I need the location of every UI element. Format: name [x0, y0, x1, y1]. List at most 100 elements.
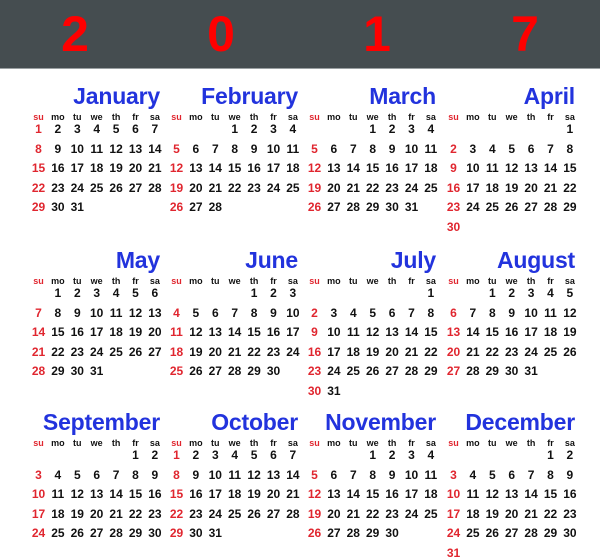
day-cell: 29 — [424, 364, 438, 379]
day-cell: 4 — [54, 467, 62, 482]
day-cell: 14 — [346, 161, 360, 176]
day-cell: 22 — [366, 180, 380, 195]
day-cell: 5 — [508, 141, 516, 156]
day-cell: 26 — [169, 200, 184, 215]
day-cell: 4 — [488, 141, 496, 156]
day-cell: 13 — [327, 161, 341, 176]
day-cell: 3 — [211, 448, 219, 462]
day-cell: 21 — [148, 161, 162, 176]
day-cell: 22 — [563, 180, 577, 195]
day-cell: 6 — [508, 467, 516, 482]
month-july: July su mo tu we th fr sa 1 2 3 4 5 6 7 8 9 10 11 12 13 14 15 1… — [305, 246, 442, 398]
day-cell: 22 — [51, 344, 65, 359]
day-cell: 26 — [307, 200, 322, 215]
day-cell: 15 — [424, 325, 438, 340]
day-cell: 12 — [109, 141, 123, 156]
day-cell: 14 — [208, 161, 222, 176]
day-cell: 13 — [208, 325, 222, 340]
day-cell: 5 — [73, 467, 81, 482]
weekday-header: tu — [211, 112, 220, 122]
day-cell: 30 — [505, 364, 519, 379]
day-cell: 12 — [307, 487, 322, 502]
day-cell: 6 — [93, 467, 101, 482]
day-cell: 21 — [31, 344, 46, 359]
day-cell: 23 — [505, 344, 519, 359]
month-name: February — [201, 83, 298, 109]
day-cell: 10 — [286, 305, 300, 320]
day-cell: 6 — [388, 305, 396, 320]
day-cell: 1 — [547, 448, 554, 462]
day-cell: 1 — [35, 122, 42, 136]
weekday-header: sa — [564, 438, 575, 448]
day-cell: 11 — [170, 325, 183, 340]
day-cell: 15 — [31, 161, 46, 176]
day-cell: 26 — [189, 364, 203, 379]
month-name: November — [325, 409, 436, 435]
day-cell: 15 — [51, 325, 65, 340]
weekday-header: we — [90, 276, 103, 286]
weekday-header: mo — [51, 276, 65, 286]
day-cell: 13 — [327, 487, 341, 502]
day-cell: 9 — [311, 325, 318, 340]
day-cell: 2 — [566, 448, 574, 462]
day-cell: 7 — [469, 305, 477, 320]
day-cell: 21 — [404, 344, 419, 359]
day-cell: 3 — [469, 141, 477, 156]
weekday-header: mo — [327, 438, 341, 448]
day-cell: 22 — [543, 506, 558, 521]
day-cell: 3 — [93, 286, 101, 300]
day-cell: 22 — [366, 506, 380, 521]
day-cell: 5 — [173, 141, 180, 156]
day-cell: 24 — [404, 180, 419, 195]
day-cell: 4 — [173, 305, 180, 320]
day-cell: 6 — [151, 286, 159, 300]
day-cell: 24 — [404, 506, 419, 521]
day-cell: 16 — [247, 161, 261, 176]
day-cell: 17 — [466, 180, 480, 195]
day-cell: 30 — [563, 526, 577, 541]
day-cell: 26 — [128, 344, 143, 359]
day-cell: 11 — [424, 141, 438, 156]
day-cell: 3 — [289, 286, 297, 300]
day-cell: 8 — [250, 305, 258, 320]
month-name: December — [465, 409, 575, 435]
day-cell: 30 — [446, 220, 461, 234]
day-cell: 25 — [109, 344, 123, 359]
day-cell: 26 — [109, 180, 123, 195]
day-cell: 13 — [148, 305, 162, 320]
day-cell: 3 — [73, 122, 81, 136]
weekday-header: th — [111, 438, 121, 448]
day-cell: 28 — [286, 506, 300, 521]
day-cell: 27 — [90, 526, 104, 541]
day-cell: 10 — [404, 141, 419, 156]
day-cell: 15 — [563, 161, 577, 176]
day-cell: 8 — [547, 467, 554, 482]
day-cell: 8 — [35, 141, 42, 156]
weekday-header: we — [366, 112, 379, 122]
day-cell: 25 — [90, 180, 104, 195]
day-cell: 4 — [349, 305, 357, 320]
day-cell: 15 — [366, 487, 380, 502]
day-cell: 1 — [54, 286, 62, 300]
weekday-header: tu — [73, 438, 82, 448]
day-cell: 9 — [508, 305, 516, 320]
weekday-header: th — [111, 276, 121, 286]
day-cell: 1 — [427, 286, 435, 300]
weekday-header: su — [171, 276, 182, 286]
month-name: August — [496, 247, 575, 273]
day-cell: 7 — [289, 448, 297, 462]
day-cell: 23 — [189, 506, 203, 521]
weekday-header: fr — [547, 276, 554, 286]
day-cell: 7 — [35, 305, 42, 320]
month-april: April su mo tu we th fr sa 1 2 3 4 5 6 7 8 9 10 11 12 13 14 15… — [444, 82, 581, 234]
day-cell: 25 — [466, 526, 480, 541]
day-cell: 17 — [70, 161, 84, 176]
day-cell: 19 — [307, 506, 322, 521]
day-cell: 9 — [450, 161, 457, 176]
day-cell: 21 — [346, 506, 360, 521]
weekday-header: su — [33, 112, 44, 122]
day-cell: 6 — [527, 141, 535, 156]
day-cell: 7 — [547, 141, 554, 156]
day-cell: 5 — [311, 141, 318, 156]
day-cell: 9 — [566, 467, 574, 482]
